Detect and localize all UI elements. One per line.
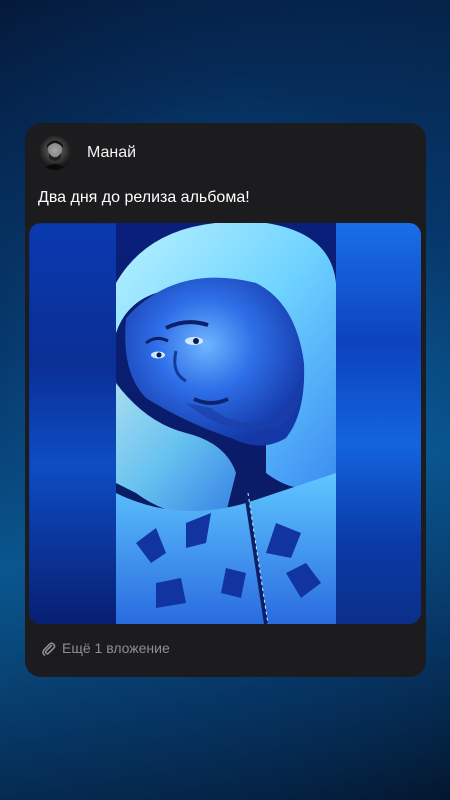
attachments-row[interactable]: Ещё 1 вложение	[40, 640, 170, 656]
post-card[interactable]: Манай Два дня до релиза альбома! Ещё 1 в…	[25, 123, 426, 677]
portrait-photo	[116, 223, 336, 624]
attachments-label: Ещё 1 вложение	[62, 640, 170, 656]
author-name[interactable]: Манай	[87, 144, 136, 162]
image-blur-right	[331, 223, 421, 624]
post-image[interactable]	[29, 223, 421, 624]
avatar[interactable]	[38, 136, 72, 170]
post-text: Два дня до релиза альбома!	[38, 189, 250, 206]
paperclip-icon	[42, 642, 56, 656]
image-blur-left	[29, 223, 121, 624]
post-header: Манай	[38, 136, 136, 170]
